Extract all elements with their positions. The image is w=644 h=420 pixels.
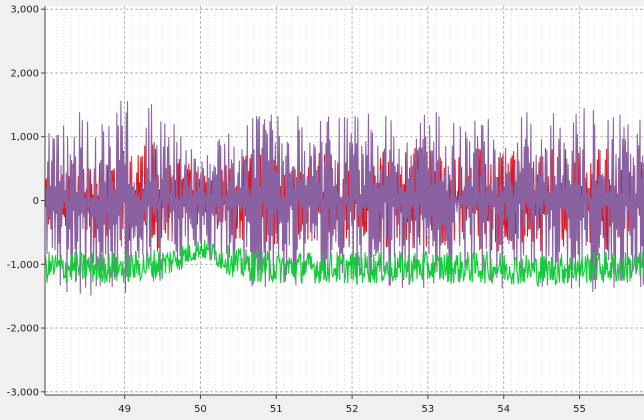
x-tick-label: 54 [497,404,510,415]
y-tick-label: -3,000 [7,387,39,398]
y-tick-label: 2,000 [10,68,39,79]
x-tick-label: 55 [573,404,586,415]
y-tick-label: 3,000 [10,5,39,16]
chart: 3,000 2,000 1,000 0 -1,000 -2,000 -3,000 49 50 5… [0,0,644,420]
x-tick-label: 50 [194,404,207,415]
y-tick-label: 0 [33,196,39,207]
x-tick-label: 52 [346,404,359,415]
y-tick-label: 1,000 [10,132,39,143]
y-tick-label: -2,000 [7,324,39,335]
y-tick-label: -1,000 [7,260,39,271]
x-tick-label: 49 [118,404,131,415]
x-tick-label: 51 [270,404,283,415]
x-tick-label: 53 [422,404,435,415]
